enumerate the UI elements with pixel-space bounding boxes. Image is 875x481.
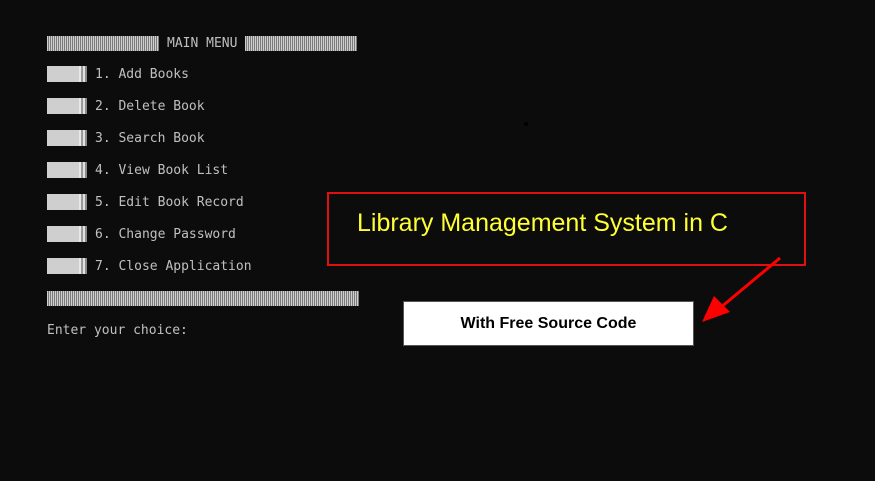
menu-title: MAIN MENU: [167, 35, 238, 51]
header-right-bar: [245, 35, 358, 51]
menu-item-close-application[interactable]: 7. Close Application: [47, 257, 252, 275]
choice-prompt-line[interactable]: Enter your choice:: [47, 321, 188, 339]
menu-item-change-password[interactable]: 6. Change Password: [47, 225, 236, 243]
headline-text: Library Management System in C: [357, 209, 728, 237]
menu-item-block: [47, 130, 87, 146]
header-left-bar: [47, 35, 159, 51]
menu-item-label: 2. Delete Book: [95, 98, 205, 114]
menu-item-label: 5. Edit Book Record: [95, 194, 244, 210]
stray-dot: [524, 122, 528, 126]
console-window: MAIN MENU 1. Add Books 2. Delete Book 3.…: [0, 0, 875, 481]
menu-item-block: [47, 98, 87, 114]
source-code-badge: With Free Source Code: [403, 301, 694, 346]
red-arrow-icon: [702, 256, 781, 322]
menu-item-block: [47, 258, 87, 274]
menu-item-block: [47, 226, 87, 242]
menu-item-label: 6. Change Password: [95, 226, 236, 242]
menu-item-label: 4. View Book List: [95, 162, 229, 178]
footer-bar: [47, 290, 359, 306]
menu-item-block: [47, 66, 87, 82]
menu-header: MAIN MENU: [47, 34, 358, 52]
menu-item-block: [47, 162, 87, 178]
menu-footer-divider: [47, 289, 359, 307]
arrow-head: [702, 296, 730, 322]
menu-item-view-book-list[interactable]: 4. View Book List: [47, 161, 228, 179]
menu-item-add-books[interactable]: 1. Add Books: [47, 65, 189, 83]
menu-item-delete-book[interactable]: 2. Delete Book: [47, 97, 205, 115]
menu-item-label: 7. Close Application: [95, 258, 252, 274]
menu-item-block: [47, 194, 87, 210]
choice-prompt: Enter your choice:: [47, 322, 188, 338]
menu-item-label: 3. Search Book: [95, 130, 205, 146]
menu-item-edit-book-record[interactable]: 5. Edit Book Record: [47, 193, 244, 211]
badge-text: With Free Source Code: [460, 314, 637, 332]
menu-item-label: 1. Add Books: [95, 66, 189, 82]
arrow-shaft: [719, 256, 781, 310]
menu-item-search-book[interactable]: 3. Search Book: [47, 129, 205, 147]
